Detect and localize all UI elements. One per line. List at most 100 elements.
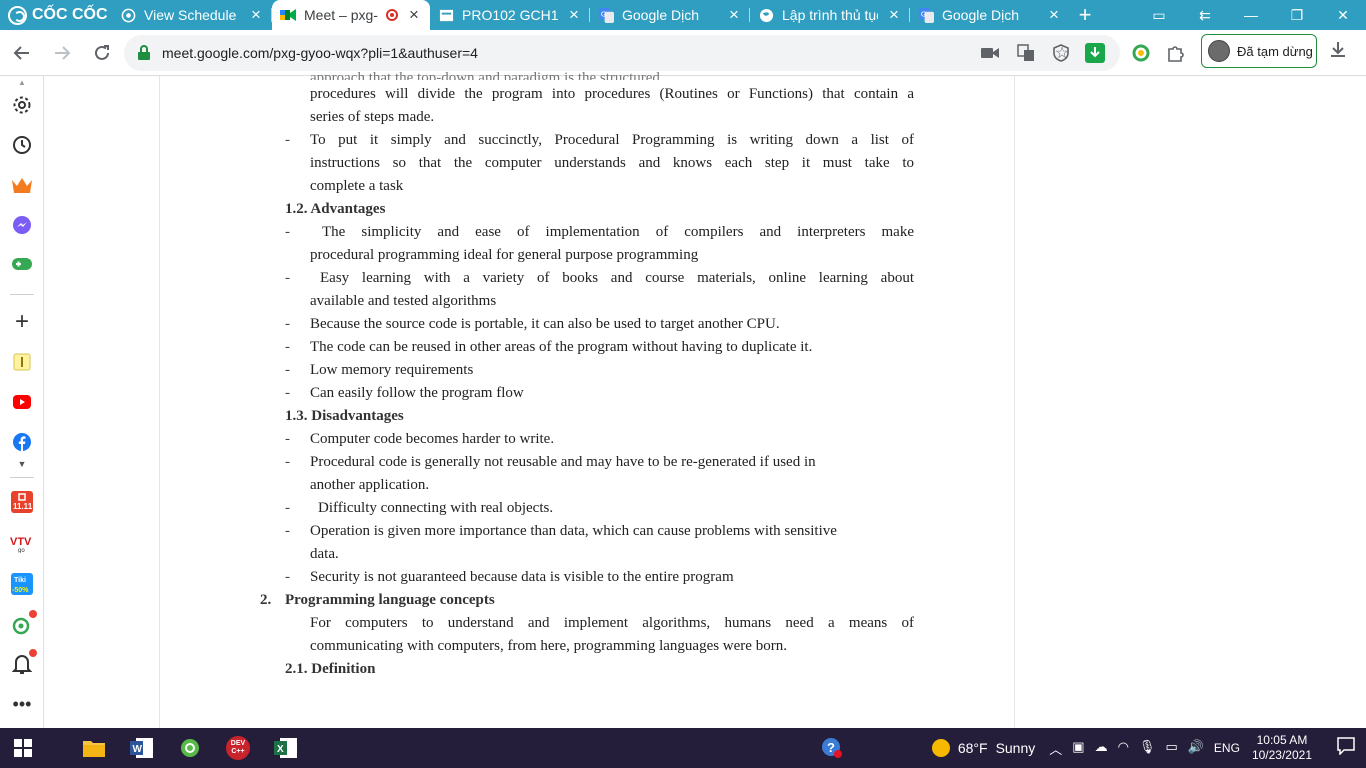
- notifications-bell-icon[interactable]: [10, 649, 37, 676]
- notes-icon[interactable]: [10, 350, 34, 374]
- camera-icon[interactable]: [980, 43, 1000, 63]
- section-heading: Programming language concepts: [285, 592, 495, 608]
- more-options-icon[interactable]: •••: [10, 692, 34, 716]
- schedule-favicon-icon: [120, 7, 136, 23]
- tab-search-icon[interactable]: ▭: [1136, 7, 1182, 24]
- back-button[interactable]: [4, 35, 40, 71]
- document-page: approach that the top-down and paradigm …: [159, 70, 1015, 728]
- address-bar[interactable]: meet.google.com/pxg-gyoo-wqx?pli=1&authu…: [124, 35, 1120, 71]
- coccoc-extension-icon[interactable]: [1130, 44, 1152, 62]
- youtube-icon[interactable]: [10, 390, 34, 414]
- tab-google-translate-2[interactable]: G Google Dịch ×: [910, 0, 1070, 30]
- expand-more-icon[interactable]: ▼: [10, 458, 34, 470]
- onedrive-icon[interactable]: ☁: [1095, 739, 1108, 758]
- google-translate-favicon-icon: G: [598, 7, 614, 23]
- clock-date: 10/23/2021: [1251, 748, 1312, 762]
- action-center-icon[interactable]: [1326, 736, 1366, 760]
- coccoc-logo-icon: [8, 5, 27, 25]
- crown-icon[interactable]: [10, 173, 34, 197]
- shield-icon[interactable]: [1050, 44, 1072, 62]
- svg-text:11.11: 11.11: [13, 502, 33, 511]
- list-item: available and tested algorithms: [310, 293, 497, 309]
- dev-cpp-icon[interactable]: DEV C++: [214, 728, 262, 768]
- tab-view-schedule[interactable]: View Schedule ×: [112, 0, 272, 30]
- svg-text:go: go: [18, 548, 25, 553]
- browser-sidebar: ▲ + ▼ 11.11 VTV go Tiki -50% •••: [0, 76, 44, 728]
- wifi-icon[interactable]: ◠: [1118, 739, 1129, 758]
- help-icon[interactable]: ?: [808, 728, 856, 768]
- svg-text:?: ?: [827, 740, 835, 755]
- document-viewer: approach that the top-down and paradigm …: [44, 70, 1366, 728]
- section-heading: 1.3. Disadvantages: [285, 408, 404, 424]
- list-item: Procedural code is generally not reusabl…: [310, 454, 816, 470]
- language-indicator[interactable]: ENG: [1214, 741, 1240, 755]
- tiki-icon[interactable]: Tiki -50%: [10, 572, 34, 596]
- translate-icon[interactable]: [1016, 43, 1036, 63]
- profile-paused-button[interactable]: Đã tạm dừng: [1201, 34, 1317, 68]
- start-button[interactable]: [0, 728, 46, 768]
- download-extension-icon[interactable]: [1084, 43, 1106, 63]
- coccoc-menu-button[interactable]: CỐC CỐC: [0, 0, 112, 30]
- chevron-up-icon[interactable]: ︿: [1049, 739, 1062, 758]
- sidebar-toggle-icon[interactable]: ⇇: [1182, 7, 1228, 24]
- minimize-button[interactable]: —: [1228, 7, 1274, 23]
- tab-google-translate-1[interactable]: G Google Dịch ×: [590, 0, 750, 30]
- coccoc-news-icon[interactable]: [10, 610, 37, 637]
- svg-text:W: W: [133, 744, 143, 755]
- list-item: Because the source code is portable, it …: [310, 316, 780, 332]
- reload-button[interactable]: [84, 35, 120, 71]
- weather-widget[interactable]: 68°F Sunny: [931, 739, 1035, 757]
- battery-icon[interactable]: ▭: [1165, 739, 1177, 758]
- extensions-puzzle-icon[interactable]: [1164, 44, 1186, 62]
- list-item: Low memory requirements: [310, 362, 474, 378]
- forward-button[interactable]: [44, 35, 80, 71]
- text-line: For computers to understand and implemen…: [310, 615, 914, 631]
- close-tab-icon[interactable]: ×: [248, 6, 264, 23]
- settings-gear-icon[interactable]: [10, 93, 34, 117]
- list-item: Computer code becomes harder to write.: [310, 431, 555, 447]
- list-item: Difficulty connecting with real objects.: [318, 500, 554, 516]
- coccoc-browser-icon[interactable]: [166, 728, 214, 768]
- browser-toolbar: meet.google.com/pxg-gyoo-wqx?pli=1&authu…: [0, 30, 1366, 76]
- text-line: communicating with computers, from here,…: [310, 638, 787, 654]
- microphone-icon[interactable]: 🎙: [1139, 739, 1156, 758]
- list-item: Security is not guaranteed because data …: [310, 569, 734, 585]
- clock[interactable]: 10:05 AM 10/23/2021: [1252, 733, 1312, 763]
- section-heading: 1.2. Advantages: [285, 201, 386, 217]
- vtv-go-icon[interactable]: VTV go: [10, 531, 34, 555]
- text-line: procedures will divide the program into …: [310, 86, 914, 102]
- close-tab-icon[interactable]: ×: [1046, 6, 1062, 23]
- restore-button[interactable]: ❐: [1274, 7, 1320, 24]
- close-tab-icon[interactable]: ×: [566, 6, 582, 23]
- volume-icon[interactable]: 🔊: [1188, 739, 1204, 758]
- close-tab-icon[interactable]: ×: [406, 6, 422, 23]
- messenger-icon[interactable]: [10, 213, 34, 237]
- word-icon[interactable]: W: [118, 728, 166, 768]
- section-number: 2.: [260, 592, 272, 608]
- google-translate-favicon-icon: G: [918, 7, 934, 23]
- history-icon[interactable]: [10, 133, 34, 157]
- system-tray: 68°F Sunny ︿ ▣ ☁ ◠ 🎙 ▭ 🔊 ENG 10:05 AM 10…: [931, 728, 1366, 768]
- tab-pro102[interactable]: PRO102 GCH10 ×: [430, 0, 590, 30]
- close-window-button[interactable]: ✕: [1320, 7, 1366, 24]
- add-shortcut-icon[interactable]: +: [10, 308, 34, 335]
- tab-lap-trinh-thu-tuc[interactable]: Lập trình thủ tục ×: [750, 0, 910, 30]
- close-tab-icon[interactable]: ×: [886, 6, 902, 23]
- bullet-dash: -: [285, 132, 290, 148]
- downloads-icon[interactable]: [1325, 40, 1351, 66]
- meet-now-icon[interactable]: ▣: [1072, 739, 1084, 758]
- excel-icon[interactable]: X: [262, 728, 310, 768]
- close-tab-icon[interactable]: ×: [726, 6, 742, 23]
- tab-strip: CỐC CỐC View Schedule × Meet – pxg- × PR…: [0, 0, 1366, 30]
- lock-icon[interactable]: [136, 45, 152, 61]
- new-tab-button[interactable]: +: [1070, 2, 1100, 28]
- list-item: data.: [310, 546, 339, 562]
- shopping-1111-icon[interactable]: 11.11: [10, 490, 34, 514]
- windows-taskbar: W DEV C++ X ? 68°F Sunny ︿ ▣ ☁ ◠ 🎙 ▭ 🔊 E…: [0, 728, 1366, 768]
- scroll-up-icon[interactable]: ▲: [10, 78, 34, 87]
- facebook-icon[interactable]: [10, 430, 34, 454]
- game-controller-icon[interactable]: [10, 252, 34, 276]
- file-explorer-icon[interactable]: [70, 728, 118, 768]
- tab-meet[interactable]: Meet – pxg- ×: [272, 0, 430, 30]
- tab-title: Lập trình thủ tục: [782, 7, 878, 23]
